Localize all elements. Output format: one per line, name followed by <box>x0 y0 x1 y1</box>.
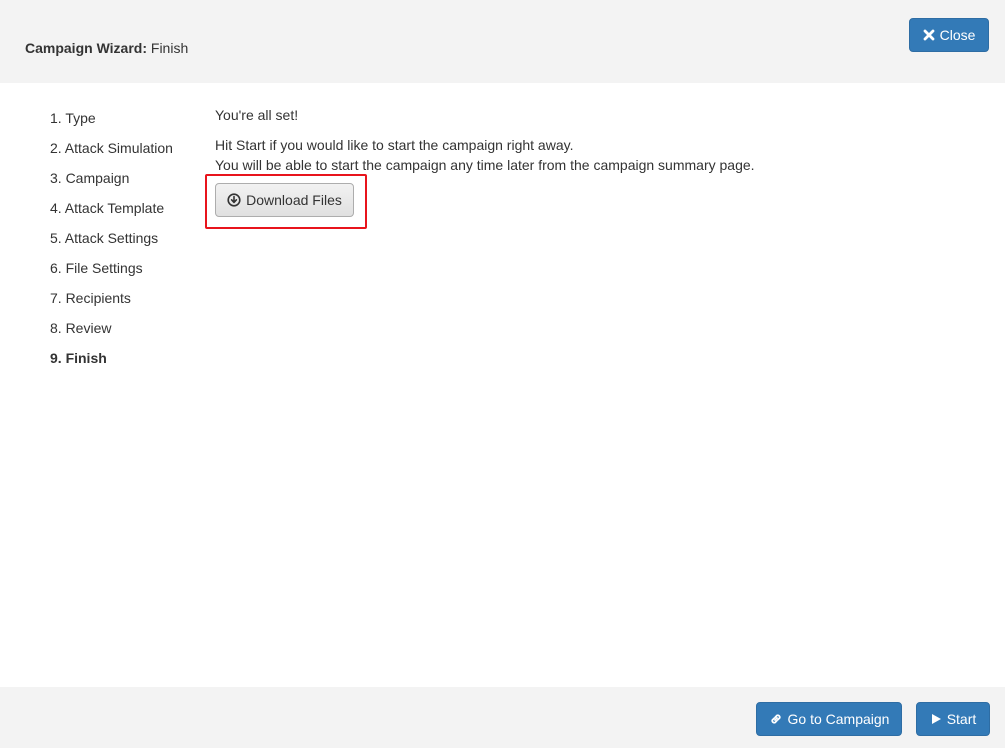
modal-title: Campaign Wizard: Finish <box>25 40 188 56</box>
wizard-step: 3. Campaign <box>50 170 130 186</box>
start-label: Start <box>946 711 977 727</box>
modal-body: 1. Type 2. Attack Simulation 3. Campaign 4.… <box>0 83 1005 687</box>
modal-footer: Go to Campaign Start <box>0 687 1005 748</box>
modal-header: Campaign Wizard: Finish Close <box>0 0 1005 83</box>
wizard-step: 1. Type <box>50 110 96 126</box>
close-icon <box>923 29 935 41</box>
wizard-step: 2. Attack Simulation <box>50 140 173 156</box>
wizard-steps: 1. Type 2. Attack Simulation 3. Campaign 4.… <box>50 110 173 380</box>
wizard-step: 5. Attack Settings <box>50 230 159 246</box>
finish-content: You're all set! Hit Start if you would l… <box>215 105 975 175</box>
wizard-step: 6. File Settings <box>50 260 143 276</box>
go-to-campaign-label: Go to Campaign <box>787 711 890 727</box>
download-circle-icon <box>227 193 241 207</box>
play-icon <box>930 713 942 725</box>
close-label: Close <box>939 27 976 43</box>
finish-line-1: Hit Start if you would like to start the… <box>215 137 574 153</box>
finish-line-2: You will be able to start the campaign a… <box>215 157 755 173</box>
wizard-step: 9. Finish <box>50 350 107 366</box>
campaign-wizard-modal: Campaign Wizard: Finish Close 1. Type 2. … <box>0 0 1005 748</box>
download-files-button[interactable]: Download Files <box>215 183 354 217</box>
start-button[interactable]: Start <box>916 702 990 736</box>
wizard-step: 7. Recipients <box>50 290 131 306</box>
wizard-step: 8. Review <box>50 320 112 336</box>
title-prefix: Campaign Wizard: <box>25 40 147 56</box>
wizard-step: 4. Attack Template <box>50 200 165 216</box>
close-button[interactable]: Close <box>909 18 989 52</box>
download-files-label: Download Files <box>246 192 342 208</box>
link-icon <box>769 712 783 726</box>
go-to-campaign-button[interactable]: Go to Campaign <box>756 702 902 736</box>
finish-heading: You're all set! <box>215 107 299 123</box>
title-step: Finish <box>150 40 189 56</box>
